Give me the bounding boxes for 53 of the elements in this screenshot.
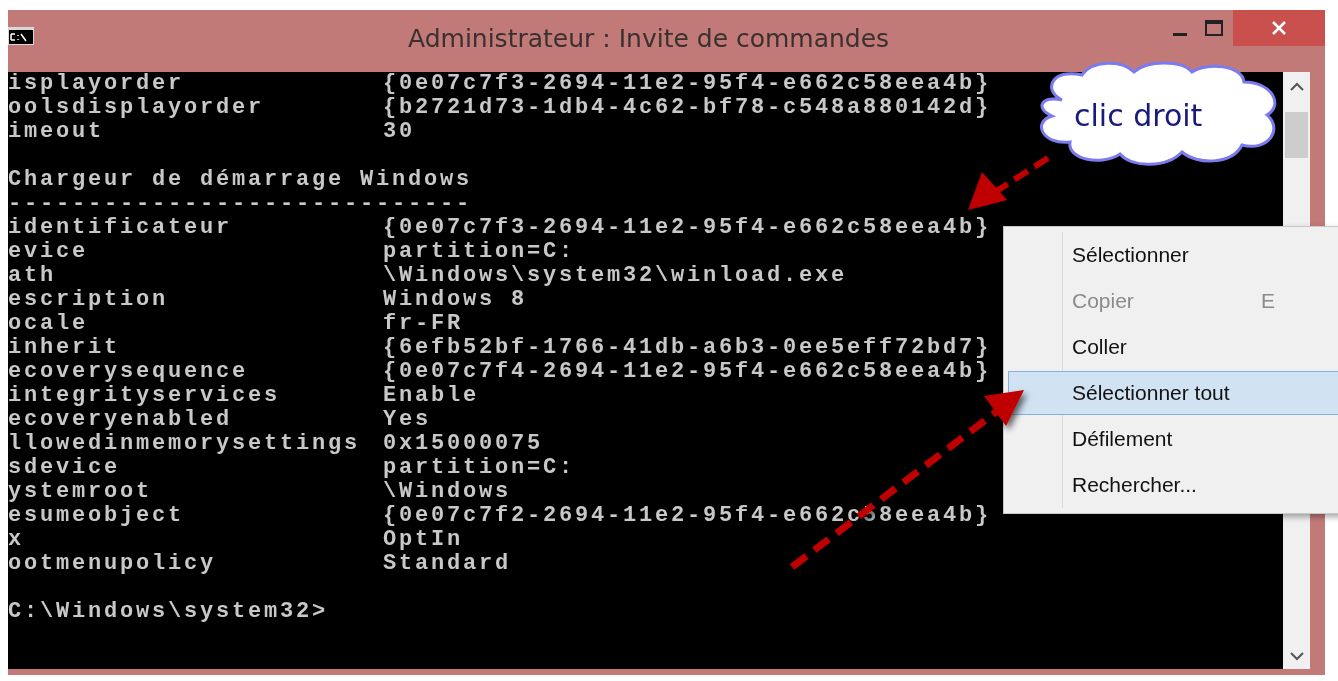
console-key: isplayorder <box>8 72 383 96</box>
console-key: ootmenupolicy <box>8 552 383 576</box>
console-key: ocale <box>8 312 383 336</box>
console-value: {0e07c7f3-2694-11e2-95f4-e662c58eea4b} <box>383 216 992 240</box>
console-text: Chargeur de démarrage Windows <box>8 168 473 192</box>
console-value: partition=C: <box>383 456 576 480</box>
console-key: ecoveryenabled <box>8 408 383 432</box>
console-text: C:\Windows\system32> <box>8 600 329 624</box>
console-key: sdevice <box>8 456 383 480</box>
window-title: Administrateur : Invite de commandes <box>408 24 890 53</box>
chevron-down-icon[interactable] <box>1289 651 1304 661</box>
console-key: x <box>8 528 383 552</box>
console-value: {0e07c7f3-2694-11e2-95f4-e662c58eea4b} <box>383 72 992 96</box>
close-icon <box>1271 20 1287 36</box>
console-value: partition=C: <box>383 240 576 264</box>
console-key: ystemroot <box>8 480 383 504</box>
console-key: identificateur <box>8 216 383 240</box>
console-key: ecoverysequence <box>8 360 383 384</box>
scrollbar-thumb[interactable] <box>1285 112 1308 158</box>
console-icon <box>8 27 34 45</box>
chevron-up-icon[interactable] <box>1289 82 1304 92</box>
console-key: integrityservices <box>8 384 383 408</box>
console-value: Yes <box>383 408 431 432</box>
console-value: {b2721d73-1db4-4c62-bf78-c548a880142d} <box>383 96 992 120</box>
menu-item[interactable]: Coller <box>1008 325 1338 369</box>
console-value: {6efb52bf-1766-41db-a6b3-0ee5eff72bd7} <box>383 336 992 360</box>
menu-item[interactable]: Rechercher... <box>1008 463 1338 507</box>
console-key: oolsdisplayorder <box>8 96 383 120</box>
console-key: imeout <box>8 120 383 144</box>
console-key: inherit <box>8 336 383 360</box>
console-key: esumeobject <box>8 504 383 528</box>
menu-shortcut: E <box>1261 289 1275 313</box>
console-value: 0x15000075 <box>383 432 544 456</box>
console-value: \Windows <box>383 480 512 504</box>
console-value: OptIn <box>383 528 463 552</box>
callout-text: clic droit <box>1074 98 1203 133</box>
console-key: ath <box>8 264 383 288</box>
console-text: ----------------------------- <box>8 192 473 216</box>
maximize-icon <box>1205 20 1223 36</box>
console-value: Standard <box>383 552 512 576</box>
console-value: {0e07c7f4-2694-11e2-95f4-e662c58eea4b} <box>383 360 992 384</box>
minimize-icon <box>1173 32 1187 36</box>
console-value: \Windows\system32\winload.exe <box>383 264 848 288</box>
menu-item[interactable]: Sélectionner tout <box>1008 371 1338 415</box>
console-key: escription <box>8 288 383 312</box>
console-key: llowedinmemorysettings <box>8 432 383 456</box>
console-value: Windows 8 <box>383 288 528 312</box>
console-value: Enable <box>383 384 479 408</box>
console-key: evice <box>8 240 383 264</box>
console-value: 30 <box>383 120 415 144</box>
menu-item[interactable]: Sélectionner <box>1008 233 1338 277</box>
console-value: fr-FR <box>383 312 463 336</box>
menu-item[interactable]: Défilement <box>1008 417 1338 461</box>
